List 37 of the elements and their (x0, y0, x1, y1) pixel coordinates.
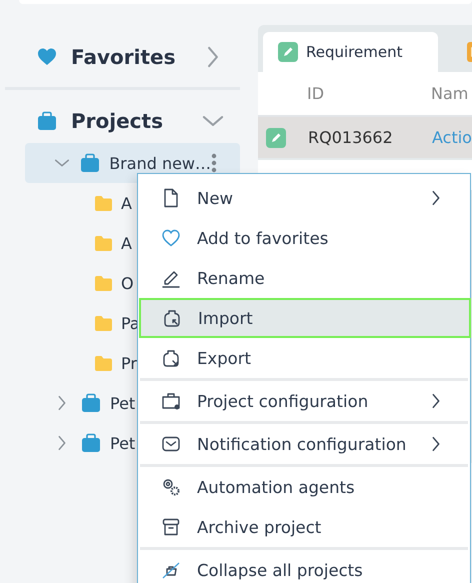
menu-item[interactable]: Project configuration (138, 381, 470, 421)
menu-item[interactable]: Collapse all projects (138, 550, 470, 583)
sidebar-section[interactable]: Favorites (5, 35, 240, 79)
folder-icon (94, 274, 113, 292)
heart-icon (161, 228, 181, 248)
pencil-icon (278, 42, 298, 62)
pencil-icon (266, 128, 286, 148)
column-header[interactable]: Nam (431, 84, 468, 103)
envelope-icon (161, 434, 181, 454)
menu-item[interactable]: Rename (138, 258, 470, 298)
menu-item[interactable]: Import (139, 298, 471, 338)
table-row[interactable]: RQ013662 Actio (258, 117, 472, 158)
folder-icon (94, 354, 113, 372)
briefcase-icon (80, 153, 100, 173)
gears-icon (161, 477, 181, 497)
folder-icon (94, 194, 113, 212)
sidebar-section[interactable]: Projects (5, 99, 240, 143)
import-icon (162, 308, 182, 328)
menu-item[interactable]: Export (138, 338, 470, 378)
menu-item[interactable]: Notification configuration (138, 424, 470, 464)
more-icon[interactable] (211, 153, 218, 173)
export-icon (161, 348, 181, 368)
archive-icon (161, 517, 181, 537)
menu-item[interactable]: Automation agents (138, 467, 470, 507)
column-header[interactable]: ID (307, 84, 431, 103)
briefcase-icon (81, 393, 101, 413)
collapse-icon (161, 560, 181, 580)
briefcase-icon (81, 433, 101, 453)
heart-icon (37, 47, 57, 67)
table-cell-text: RQ013662 (308, 128, 394, 147)
briefcase-icon (37, 111, 57, 131)
tab[interactable]: Requirement (263, 32, 438, 72)
briefcase-icon (161, 391, 181, 411)
folder-icon (94, 234, 113, 252)
folder-icon (94, 314, 113, 332)
menu-item[interactable]: Archive project (138, 507, 470, 547)
menu-item[interactable]: Add to favorites (138, 218, 470, 258)
